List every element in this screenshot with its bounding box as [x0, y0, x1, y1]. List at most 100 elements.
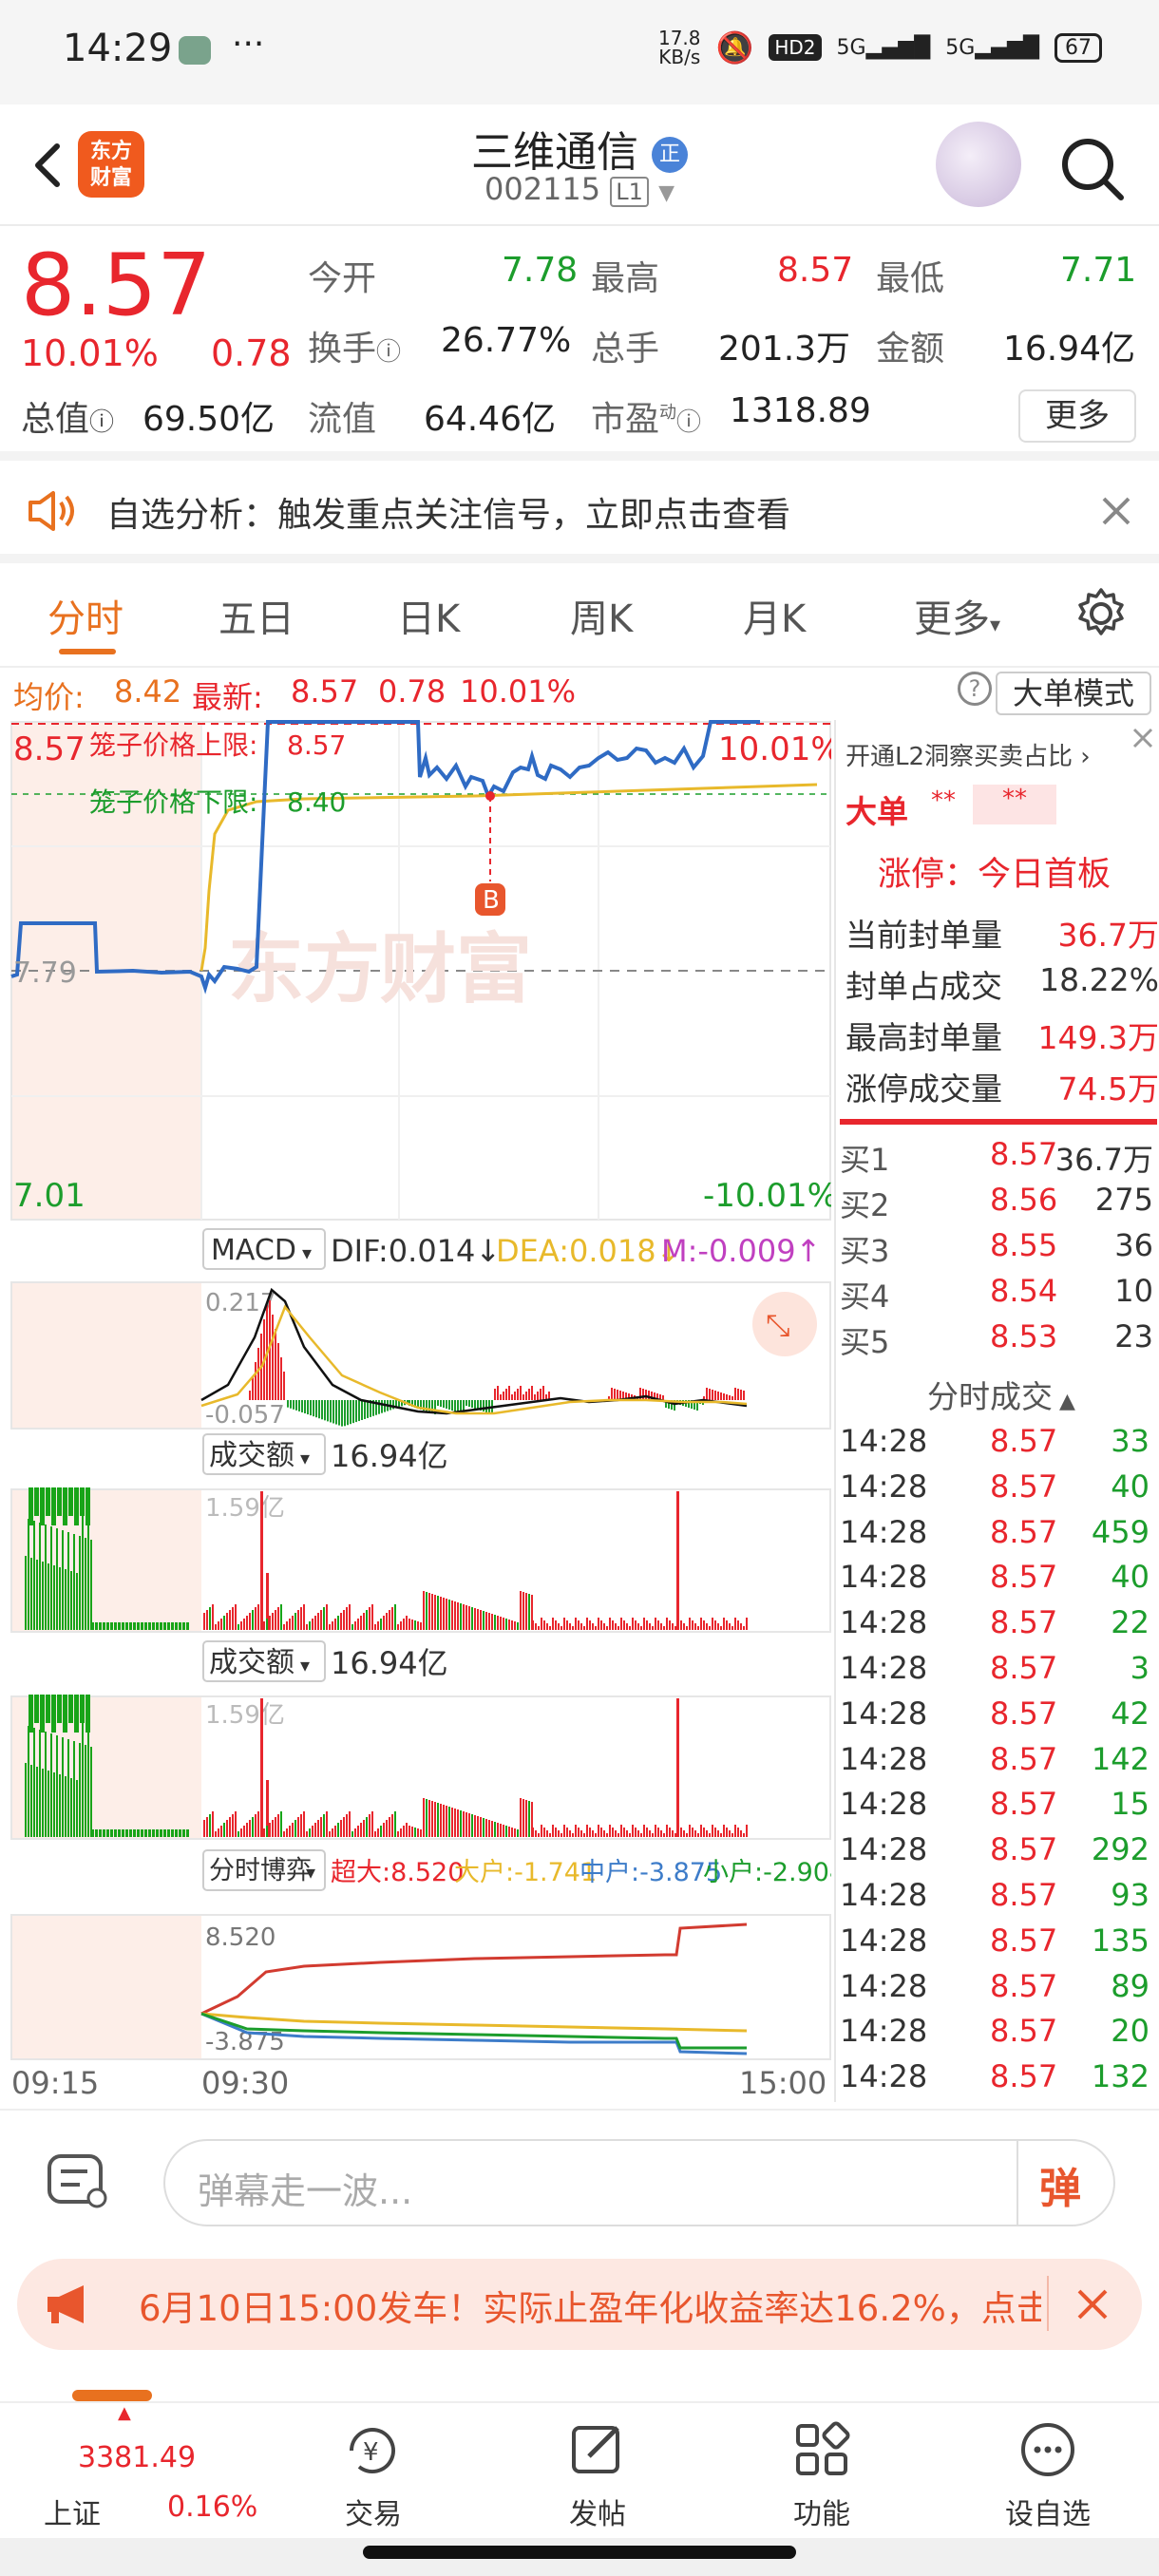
amount-bar [632, 1825, 634, 1837]
amount-top-label: 1.59亿 [205, 1494, 285, 1523]
amount-bar [640, 1833, 642, 1837]
amount-bar [700, 1825, 702, 1837]
help-icon[interactable]: ? [958, 672, 992, 706]
amount-bar [53, 1565, 55, 1630]
amount-bar [25, 1763, 27, 1837]
amount-bar [394, 1604, 396, 1630]
macd-bar [280, 1357, 282, 1400]
danmu-send-button[interactable]: 弹 [1039, 2154, 1081, 2215]
macd-bar [293, 1400, 294, 1410]
tab-5day[interactable]: 五日 [218, 588, 294, 643]
amount-bar [714, 1620, 716, 1630]
bid-price: 8.53 [990, 1318, 1058, 1354]
danmu-settings-icon[interactable] [44, 2150, 116, 2213]
macd-bar [454, 1400, 456, 1411]
amount-bar [277, 1607, 279, 1630]
l2-upgrade-link[interactable]: 开通L2洞察买卖占比 › [846, 737, 1091, 772]
amount-bar [697, 1833, 699, 1837]
amount-bar [726, 1828, 728, 1837]
amount-bar [326, 1811, 328, 1837]
amount-bar [428, 1800, 430, 1837]
intraday-chart-area[interactable]: 东方财富 B 8.57 笼子价格上限: 8.57 笼子价格下限: 8.40 10… [0, 720, 846, 2107]
amount-bar [252, 1610, 254, 1630]
macd-bar [352, 1400, 354, 1424]
amount-bar [563, 1825, 565, 1837]
tab-daily-k[interactable]: 日K [397, 588, 460, 643]
amount-bar [714, 1828, 716, 1837]
macd-bar [287, 1400, 289, 1408]
amount-bar [59, 1567, 61, 1630]
amount-bar [522, 1592, 524, 1630]
latest-change: 0.78 [378, 673, 446, 710]
bid-row[interactable]: 买5 8.53 23 [840, 1318, 1153, 1362]
danmu-input[interactable]: 弹幕走一波... 弹 [163, 2139, 1115, 2226]
macd-bar [364, 1400, 366, 1419]
flow-mid: 中户:-3.875 [580, 1858, 722, 1887]
close-icon[interactable] [1100, 495, 1132, 527]
tab-underline [59, 649, 116, 654]
amount-bar [246, 1616, 248, 1630]
bid-row[interactable]: 买4 8.54 10 [840, 1273, 1153, 1316]
macd-bar [440, 1400, 442, 1407]
amount-bar [491, 1821, 493, 1837]
tab-intraday[interactable]: 分时 [48, 588, 124, 643]
amount-bar [538, 1833, 540, 1837]
amount-bar [125, 1622, 128, 1630]
amount-bar [297, 1610, 299, 1630]
close-icon[interactable] [1075, 2287, 1110, 2321]
amount-bar [286, 1621, 288, 1630]
amount-bar [340, 1613, 342, 1630]
amount-bar [580, 1623, 582, 1630]
amount-bar [517, 1829, 519, 1837]
tick-time: 14:28 [840, 1786, 928, 1823]
amount-bar [235, 1811, 237, 1837]
macd-bar [466, 1400, 467, 1406]
tick-price: 8.57 [990, 1786, 1058, 1823]
bid-row[interactable]: 买1 8.57 36.7万 [840, 1136, 1153, 1180]
amount-bar [463, 1811, 465, 1837]
analysis-notice[interactable]: 自选分析：触发重点关注信号，立即点击查看 [0, 461, 1159, 563]
macd-bar [257, 1348, 259, 1400]
amount-bar [79, 1536, 81, 1630]
search-icon[interactable] [1056, 133, 1129, 205]
tab-more[interactable]: 更多▾ [914, 588, 1000, 643]
intraday-chart-svg[interactable]: 东方财富 B 8.57 笼子价格上限: 8.57 笼子价格下限: 8.40 10… [0, 720, 846, 2107]
big-order-mode-button[interactable]: 大单模式 [996, 672, 1151, 715]
amount-bar [618, 1626, 619, 1630]
amount-bar [343, 1610, 345, 1630]
amount-bar [141, 1622, 143, 1630]
upper-cage-value: 8.57 [287, 729, 346, 761]
amount-bar [632, 1618, 634, 1630]
more-button[interactable]: 更多 [1018, 389, 1136, 443]
amount-bar [67, 1739, 69, 1837]
bid-price: 8.55 [990, 1227, 1058, 1263]
amount-bar [454, 1601, 456, 1630]
tab-weekly-k[interactable]: 周K [570, 588, 633, 643]
amount-bar [320, 1817, 322, 1837]
macd-bar [542, 1386, 544, 1400]
bid-row[interactable]: 买3 8.55 36 [840, 1227, 1153, 1271]
gear-icon[interactable] [1074, 586, 1129, 641]
amount-bar [218, 1621, 219, 1630]
danmu-placeholder: 弹幕走一波... [198, 2170, 413, 2212]
promo-banner[interactable]: 6月10日15:00发车！实际止盈年化收益率达16.2%，点击 [17, 2259, 1142, 2350]
limit-stat-label: 封单占成交 [846, 968, 1002, 1005]
close-icon[interactable] [1129, 724, 1157, 752]
macd-bar [706, 1388, 708, 1400]
amount-bar [572, 1833, 574, 1837]
bid-row[interactable]: 买2 8.56 275 [840, 1182, 1153, 1225]
tick-time: 14:28 [840, 1922, 928, 1959]
amount-bar [232, 1607, 234, 1630]
tab-monthly-k[interactable]: 月K [743, 588, 806, 643]
amount-bar [343, 1817, 345, 1837]
tick-price: 8.57 [990, 1740, 1058, 1777]
robot-assistant-avatar[interactable] [936, 122, 1021, 207]
amount-bar [494, 1822, 496, 1837]
nav-trade-label: 交易 [345, 2498, 402, 2531]
turnover-label: 换手ⓘ [308, 330, 402, 369]
macd-bar [497, 1386, 499, 1400]
amount-bar [612, 1828, 614, 1837]
amount-bar [391, 1814, 393, 1837]
ticks-title[interactable]: 分时成交 ▲ [927, 1372, 1075, 1417]
index-name: 上证 [44, 2498, 101, 2531]
